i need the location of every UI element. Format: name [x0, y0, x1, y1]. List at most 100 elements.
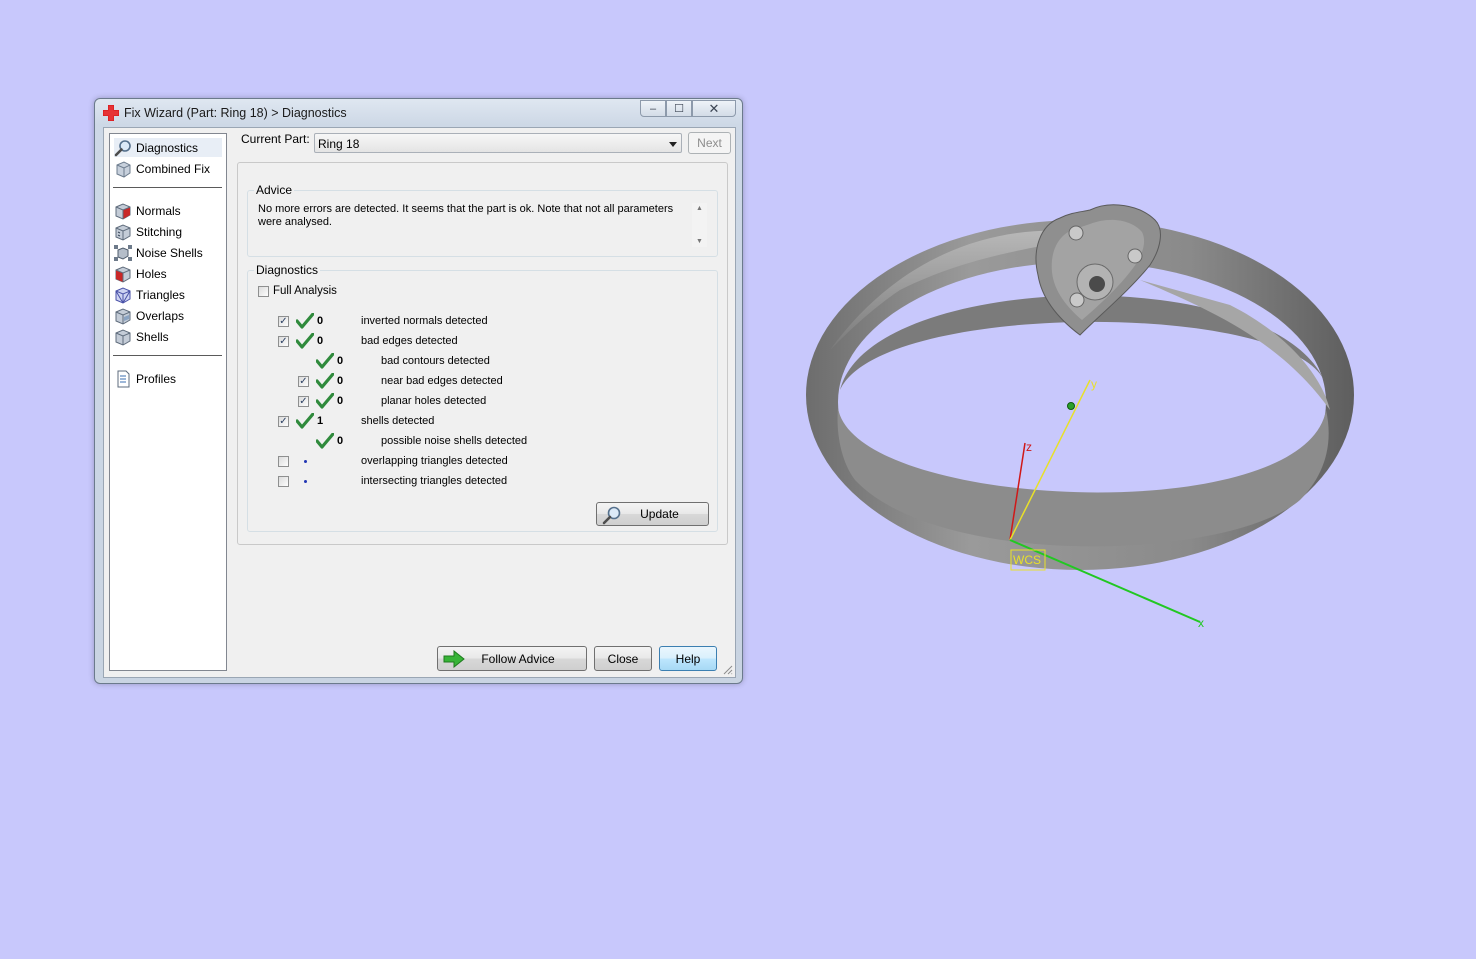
minimize-button[interactable]: – — [640, 100, 666, 117]
checkmark-icon — [315, 432, 335, 449]
resize-grip-icon[interactable] — [723, 665, 733, 675]
nav-item-label: Diagnostics — [136, 140, 199, 155]
help-button[interactable]: Help — [659, 646, 717, 671]
dialog-client-area: Diagnostics Combined Fix Normals Stitchi… — [103, 127, 736, 678]
nav-item-noise-shells[interactable]: Noise Shells — [114, 243, 222, 262]
diagnostic-count: 0 — [317, 315, 324, 327]
checkmark-icon — [315, 352, 335, 369]
diagnostic-count: 0 — [337, 355, 344, 367]
maximize-icon: ☐ — [674, 103, 684, 115]
window-title: Fix Wizard (Part: Ring 18) > Diagnostics — [124, 106, 347, 120]
diagnostic-label: near bad edges detected — [381, 375, 503, 387]
3d-viewport[interactable]: z y x WCS — [760, 150, 1400, 670]
chevron-down-icon — [669, 142, 677, 147]
nav-item-diagnostics[interactable]: Diagnostics — [114, 138, 222, 157]
wcs-label: WCS — [1013, 553, 1041, 567]
full-analysis-label: Full Analysis — [273, 285, 337, 297]
nav-item-normals[interactable]: Normals — [114, 201, 222, 220]
maximize-button[interactable]: ☐ — [666, 100, 692, 117]
diagnostic-label: bad edges detected — [361, 335, 458, 347]
diagnostic-count: 0 — [317, 335, 324, 347]
holes-cube-icon — [115, 265, 131, 283]
close-icon: ✕ — [708, 100, 720, 116]
update-button-label: Update — [640, 507, 679, 521]
diagnostic-count: 0 — [337, 435, 344, 447]
close-window-button[interactable]: ✕ — [692, 100, 736, 117]
title-bar[interactable]: Fix Wizard (Part: Ring 18) > Diagnostics… — [95, 99, 742, 127]
current-part-select[interactable]: Ring 18 — [314, 133, 682, 153]
diagnostic-checkbox[interactable]: ✓ — [278, 416, 289, 427]
not-analysed-dot-icon — [304, 460, 307, 463]
noise-shells-icon — [114, 244, 132, 261]
diagnostic-label: overlapping triangles detected — [361, 455, 508, 467]
close-button[interactable]: Close — [594, 646, 652, 671]
magnifier-icon — [602, 506, 621, 525]
checkmark-icon — [295, 312, 315, 329]
full-analysis-checkbox[interactable] — [258, 286, 269, 297]
prong — [1069, 292, 1085, 308]
checkmark-icon — [295, 412, 315, 429]
document-icon — [117, 370, 130, 387]
arrow-right-icon — [443, 650, 465, 668]
diagnostic-checkbox[interactable]: ✓ — [298, 396, 309, 407]
advice-text: No more errors are detected. It seems th… — [258, 203, 674, 228]
nav-item-label: Noise Shells — [136, 245, 203, 260]
checkmark-icon — [295, 332, 315, 349]
help-button-label: Help — [675, 651, 701, 666]
diagnostic-label: intersecting triangles detected — [361, 475, 508, 487]
update-button[interactable]: Update — [596, 502, 709, 526]
wizard-nav-list: Diagnostics Combined Fix Normals Stitchi… — [109, 133, 227, 671]
nav-item-profiles[interactable]: Profiles — [114, 369, 222, 388]
diagnostic-label: shells detected — [361, 415, 435, 427]
diagnostic-checkbox[interactable]: ✓ — [278, 336, 289, 347]
nav-divider — [113, 355, 222, 356]
diagnostic-label: inverted normals detected — [361, 315, 488, 327]
advice-scrollbar[interactable]: ▲ ▼ — [692, 203, 707, 247]
diagnostic-count: 0 — [337, 395, 344, 407]
diagnostics-group: Diagnostics Full Analysis ✓ 0 inverted nor… — [247, 263, 718, 532]
diagnostic-label: planar holes detected — [381, 395, 487, 407]
y-axis-label: y — [1091, 377, 1097, 391]
current-part-value: Ring 18 — [318, 137, 360, 151]
diagnostic-checkbox[interactable]: ✓ — [298, 376, 309, 387]
center-hole — [1089, 276, 1105, 292]
nav-item-shells[interactable]: Shells — [114, 327, 222, 346]
prong — [1068, 225, 1084, 241]
nav-item-label: Combined Fix — [136, 161, 211, 176]
diagnostics-title: Diagnostics — [254, 263, 321, 277]
current-part-label: Current Part: — [241, 132, 310, 146]
scroll-up-icon[interactable]: ▲ — [696, 205, 703, 212]
stitching-cube-icon — [115, 223, 131, 241]
nav-divider — [113, 187, 222, 188]
diagnostic-checkbox[interactable]: ✓ — [278, 316, 289, 327]
advice-group: Advice No more errors are detected. It s… — [247, 183, 718, 257]
diagnostic-count: 0 — [337, 375, 344, 387]
nav-item-label: Holes — [136, 266, 167, 281]
next-button[interactable]: Next — [688, 132, 731, 154]
diagnostic-checkbox[interactable] — [278, 456, 289, 467]
follow-advice-button[interactable]: Follow Advice — [437, 646, 587, 671]
nav-item-combined-fix[interactable]: Combined Fix — [114, 159, 222, 178]
normals-cube-icon — [115, 202, 131, 220]
ring-model-view: z y x WCS — [806, 204, 1354, 630]
x-axis-label: x — [1198, 616, 1204, 630]
nav-item-triangles[interactable]: Triangles — [114, 285, 222, 304]
nav-item-overlaps[interactable]: Overlaps — [114, 306, 222, 325]
pivot-point — [1067, 402, 1075, 410]
magnifier-icon — [114, 139, 131, 156]
wizard-content-panel: Advice No more errors are detected. It s… — [237, 162, 728, 545]
diagnostic-label: bad contours detected — [381, 355, 490, 367]
follow-advice-label: Follow Advice — [481, 651, 555, 666]
checkmark-icon — [315, 372, 335, 389]
nav-item-label: Triangles — [136, 287, 185, 302]
close-button-label: Close — [607, 651, 639, 666]
cube-icon — [116, 160, 131, 178]
nav-item-stitching[interactable]: Stitching — [114, 222, 222, 241]
diagnostic-checkbox[interactable] — [278, 476, 289, 487]
nav-item-holes[interactable]: Holes — [114, 264, 222, 283]
nav-item-label: Normals — [136, 203, 181, 218]
scroll-down-icon[interactable]: ▼ — [696, 238, 703, 245]
nav-item-label: Profiles — [136, 371, 177, 386]
nav-item-label: Overlaps — [136, 308, 185, 323]
next-button-label: Next — [697, 136, 722, 150]
